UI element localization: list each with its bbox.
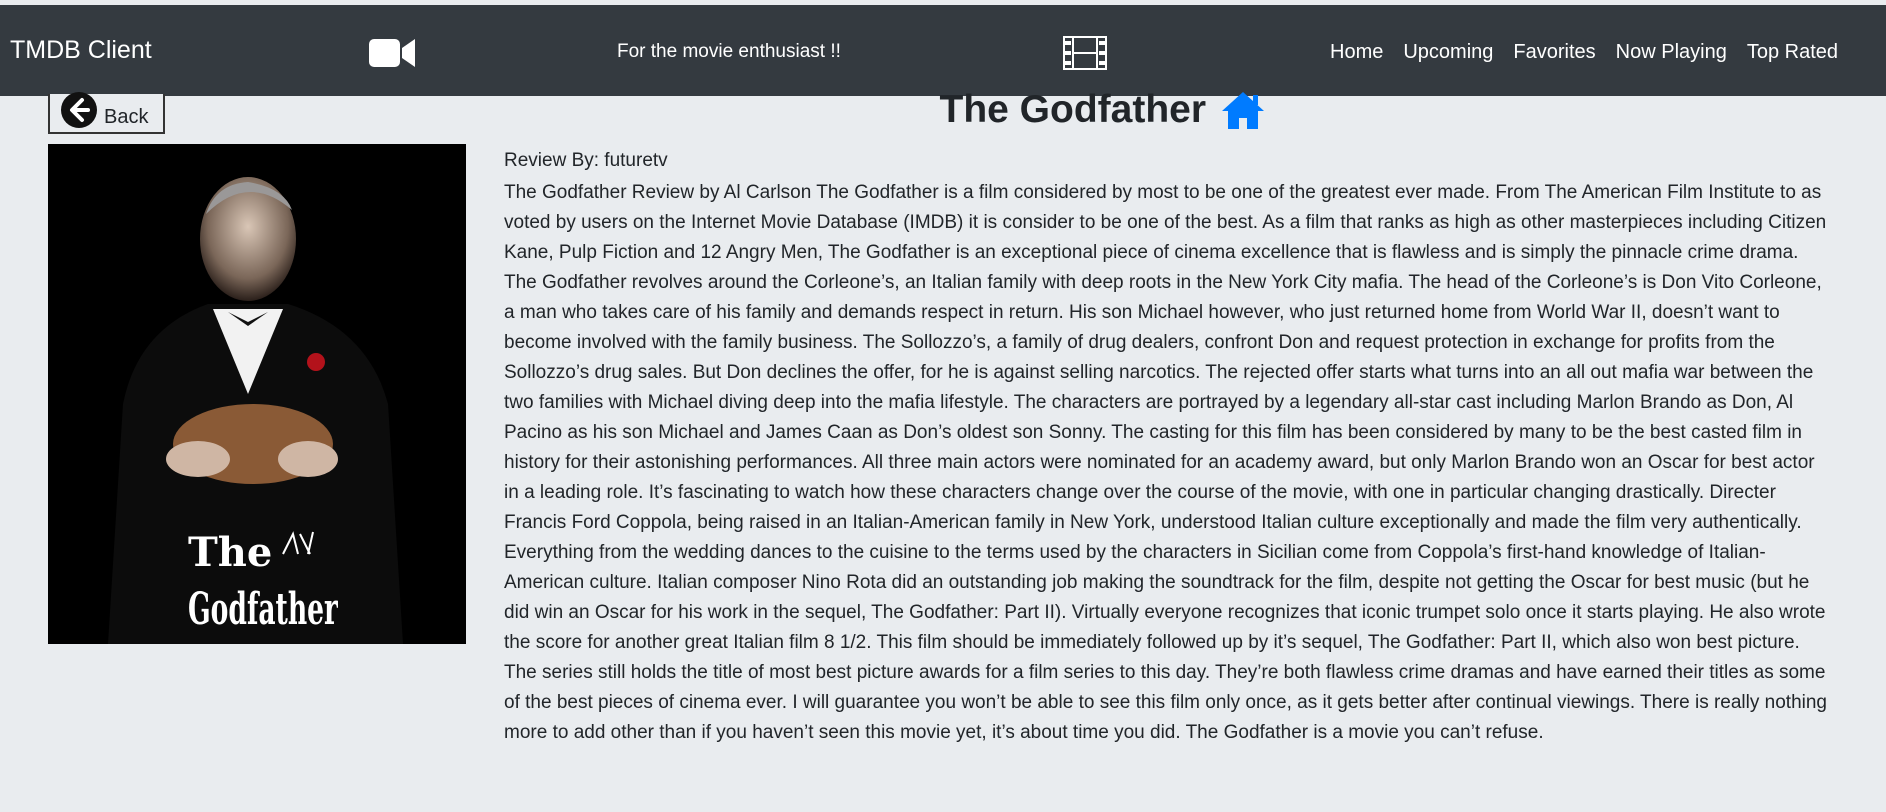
nav-link-home[interactable]: Home [1330,41,1383,64]
nav-link-top-rated[interactable]: Top Rated [1747,41,1838,64]
video-camera-icon [369,39,415,67]
svg-text:Godfather: Godfather [188,584,338,634]
tagline: For the movie enthusiast !! [617,41,841,62]
title-row: The Godfather [0,88,1886,132]
review-author: Review By: futuretv [504,150,668,171]
svg-text:The: The [188,529,272,576]
film-strip-icon [1063,36,1107,70]
nav-links: Home Upcoming Favorites Now Playing Top … [1330,41,1838,64]
page-title: The Godfather [939,88,1207,131]
poster-logo: The Godfather [188,529,338,634]
navbar: TMDB Client For the movie enthusiast !! … [0,5,1886,96]
movie-poster: The Godfather [48,144,466,644]
nav-link-now-playing[interactable]: Now Playing [1616,41,1727,64]
nav-link-favorites[interactable]: Favorites [1513,41,1595,64]
brand-title[interactable]: TMDB Client [10,36,152,65]
home-icon[interactable] [1220,90,1266,130]
review-text: The Godfather Review by Al Carlson The G… [504,182,1827,743]
nav-link-upcoming[interactable]: Upcoming [1403,41,1493,64]
